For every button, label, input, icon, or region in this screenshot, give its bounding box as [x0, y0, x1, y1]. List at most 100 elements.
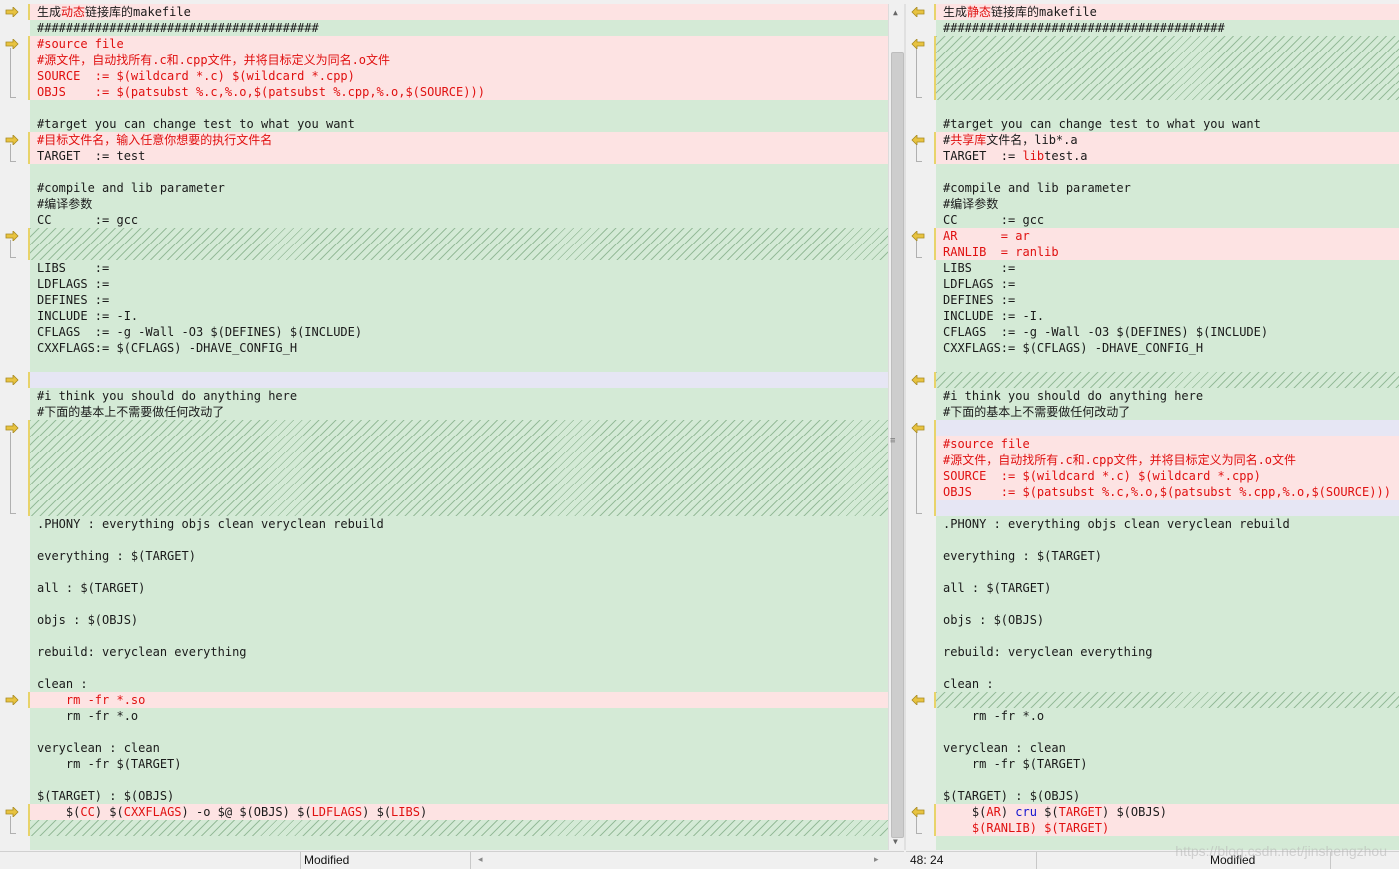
code-line[interactable]: LIBS := — [30, 260, 888, 276]
code-line[interactable]: #target you can change test to what you … — [936, 116, 1399, 132]
code-line[interactable] — [936, 532, 1399, 548]
code-line[interactable]: $(RANLIB) $(TARGET) — [936, 820, 1399, 836]
code-line[interactable]: CC := gcc — [30, 212, 888, 228]
copy-right-arrow-icon[interactable] — [5, 375, 19, 385]
left-editor-pane[interactable]: 生成动态链接库的makefile ########################… — [0, 4, 888, 850]
code-line[interactable] — [30, 452, 888, 468]
right-editor-pane[interactable]: 生成静态链接库的makefile ########################… — [906, 4, 1399, 850]
code-line[interactable]: #i think you should do anything here — [30, 388, 888, 404]
code-line[interactable]: TARGET := libtest.a — [936, 148, 1399, 164]
code-line[interactable] — [936, 164, 1399, 180]
code-line[interactable]: rm -fr *.o — [30, 708, 888, 724]
code-line[interactable]: clean : — [30, 676, 888, 692]
code-line[interactable] — [936, 68, 1399, 84]
code-line[interactable]: 生成动态链接库的makefile — [30, 4, 888, 20]
copy-right-arrow-icon[interactable] — [5, 695, 19, 705]
code-line[interactable] — [30, 436, 888, 452]
code-line[interactable]: .PHONY : everything objs clean veryclean… — [936, 516, 1399, 532]
code-line[interactable] — [30, 820, 888, 836]
code-line[interactable]: #目标文件名，输入任意你想要的执行文件名 — [30, 132, 888, 148]
code-line[interactable]: rm -fr $(TARGET) — [936, 756, 1399, 772]
code-line[interactable] — [30, 596, 888, 612]
code-line[interactable]: LDFLAGS := — [30, 276, 888, 292]
scroll-down-icon[interactable]: ▼ — [893, 837, 898, 846]
code-line[interactable] — [936, 692, 1399, 708]
scroll-left-icon[interactable]: ◂ — [478, 854, 483, 865]
code-line[interactable] — [936, 36, 1399, 52]
code-line[interactable] — [30, 532, 888, 548]
code-line[interactable]: everything : $(TARGET) — [936, 548, 1399, 564]
code-line[interactable] — [936, 660, 1399, 676]
code-line[interactable]: rm -fr $(TARGET) — [30, 756, 888, 772]
code-line[interactable] — [30, 244, 888, 260]
code-line[interactable]: CXXFLAGS:= $(CFLAGS) -DHAVE_CONFIG_H — [936, 340, 1399, 356]
code-line[interactable]: CC := gcc — [936, 212, 1399, 228]
code-line[interactable] — [936, 356, 1399, 372]
code-line[interactable]: #compile and lib parameter — [30, 180, 888, 196]
copy-right-arrow-icon[interactable] — [5, 231, 19, 241]
code-line[interactable]: 生成静态链接库的makefile — [936, 4, 1399, 20]
code-line[interactable]: all : $(TARGET) — [936, 580, 1399, 596]
code-line[interactable] — [30, 628, 888, 644]
code-line[interactable]: CFLAGS := -g -Wall -O3 $(DEFINES) $(INCL… — [30, 324, 888, 340]
code-line[interactable] — [30, 228, 888, 244]
code-line[interactable]: veryclean : clean — [936, 740, 1399, 756]
copy-left-arrow-icon[interactable] — [911, 695, 925, 705]
code-line[interactable]: #源文件，自动找所有.c和.cpp文件，并将目标定义为同名.o文件 — [936, 452, 1399, 468]
code-line[interactable]: rebuild: veryclean everything — [30, 644, 888, 660]
code-line[interactable] — [936, 84, 1399, 100]
left-vertical-scrollbar[interactable]: ▲ ▼ — [888, 4, 905, 850]
copy-left-arrow-icon[interactable] — [911, 807, 925, 817]
code-line[interactable]: everything : $(TARGET) — [30, 548, 888, 564]
code-line[interactable]: RANLIB = ranlib — [936, 244, 1399, 260]
code-line[interactable] — [936, 724, 1399, 740]
code-line[interactable]: clean : — [936, 676, 1399, 692]
code-line[interactable]: DEFINES := — [30, 292, 888, 308]
code-line[interactable]: CXXFLAGS:= $(CFLAGS) -DHAVE_CONFIG_H — [30, 340, 888, 356]
code-line[interactable]: objs : $(OBJS) — [30, 612, 888, 628]
code-line[interactable]: #编译参数 — [30, 196, 888, 212]
code-line[interactable]: ####################################### — [30, 20, 888, 36]
code-line[interactable] — [30, 468, 888, 484]
code-line[interactable] — [936, 420, 1399, 436]
code-line[interactable] — [30, 372, 888, 388]
code-line[interactable]: OBJS := $(patsubst %.c,%.o,$(patsubst %.… — [936, 484, 1399, 500]
code-line[interactable]: all : $(TARGET) — [30, 580, 888, 596]
code-line[interactable]: SOURCE := $(wildcard *.c) $(wildcard *.c… — [936, 468, 1399, 484]
code-line[interactable]: LIBS := — [936, 260, 1399, 276]
code-line[interactable]: rm -fr *.o — [936, 708, 1399, 724]
code-line[interactable]: TARGET := test — [30, 148, 888, 164]
copy-left-arrow-icon[interactable] — [911, 423, 925, 433]
code-line[interactable] — [936, 628, 1399, 644]
code-line[interactable] — [936, 372, 1399, 388]
code-line[interactable]: #编译参数 — [936, 196, 1399, 212]
copy-left-arrow-icon[interactable] — [911, 7, 925, 17]
code-line[interactable]: rebuild: veryclean everything — [936, 644, 1399, 660]
code-line[interactable]: #下面的基本上不需要做任何改动了 — [936, 404, 1399, 420]
code-line[interactable]: #i think you should do anything here — [936, 388, 1399, 404]
code-line[interactable]: $(CC) $(CXXFLAGS) -o $@ $(OBJS) $(LDFLAG… — [30, 804, 888, 820]
code-line[interactable]: #下面的基本上不需要做任何改动了 — [30, 404, 888, 420]
code-line[interactable] — [30, 772, 888, 788]
code-line[interactable]: $(TARGET) : $(OBJS) — [30, 788, 888, 804]
code-line[interactable]: veryclean : clean — [30, 740, 888, 756]
code-line[interactable] — [936, 52, 1399, 68]
code-line[interactable] — [30, 564, 888, 580]
code-line[interactable]: $(AR) cru $(TARGET) $(OBJS) — [936, 804, 1399, 820]
copy-right-arrow-icon[interactable] — [5, 7, 19, 17]
copy-left-arrow-icon[interactable] — [911, 39, 925, 49]
code-line[interactable]: DEFINES := — [936, 292, 1399, 308]
code-line[interactable]: LDFLAGS := — [936, 276, 1399, 292]
code-line[interactable]: CFLAGS := -g -Wall -O3 $(DEFINES) $(INCL… — [936, 324, 1399, 340]
code-line[interactable]: #source file — [30, 36, 888, 52]
copy-right-arrow-icon[interactable] — [5, 135, 19, 145]
code-line[interactable] — [30, 484, 888, 500]
code-line[interactable]: INCLUDE := -I. — [936, 308, 1399, 324]
code-line[interactable]: #target you can change test to what you … — [30, 116, 888, 132]
code-line[interactable]: #compile and lib parameter — [936, 180, 1399, 196]
code-line[interactable] — [30, 356, 888, 372]
code-line[interactable]: #source file — [936, 436, 1399, 452]
code-line[interactable]: ####################################### — [936, 20, 1399, 36]
code-line[interactable]: SOURCE := $(wildcard *.c) $(wildcard *.c… — [30, 68, 888, 84]
code-line[interactable]: .PHONY : everything objs clean veryclean… — [30, 516, 888, 532]
